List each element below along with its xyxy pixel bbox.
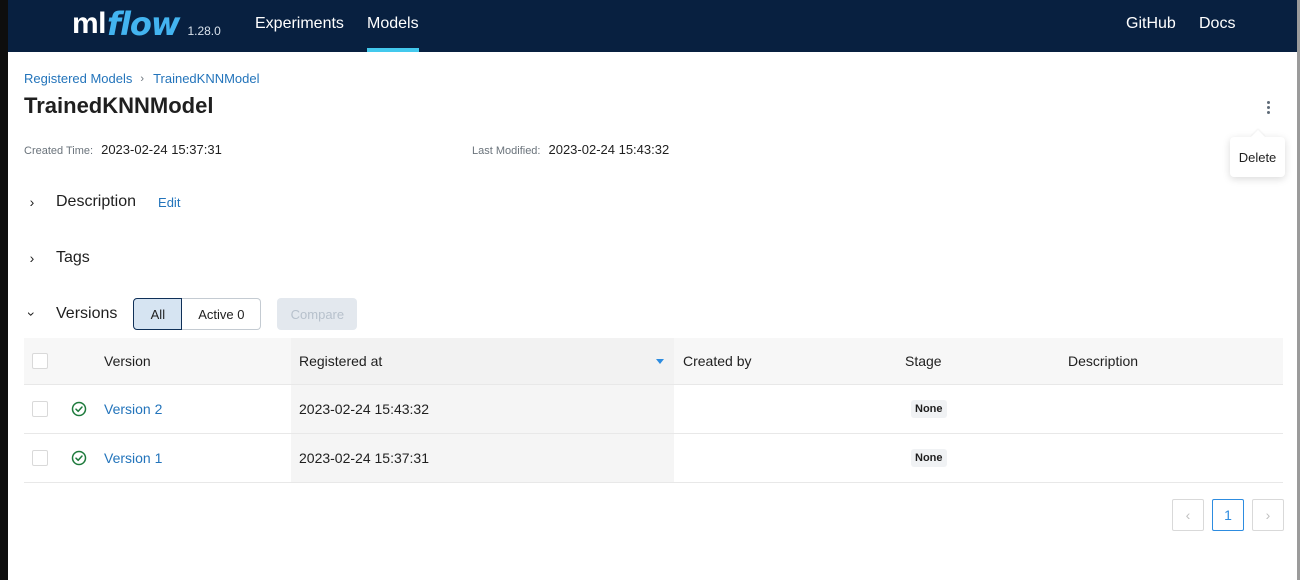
logo-flow-text: flow	[107, 5, 180, 43]
versions-title: Versions	[56, 305, 118, 322]
next-page-button[interactable]: ›	[1252, 499, 1284, 531]
tags-title: Tags	[56, 249, 90, 266]
kebab-dot	[1266, 105, 1270, 109]
created-time-value: 2023-02-24 15:37:31	[101, 142, 222, 157]
description-cell	[1059, 434, 1283, 482]
nav-github-link[interactable]: GitHub	[1126, 0, 1176, 52]
filter-all-button[interactable]: All	[133, 298, 183, 330]
prev-page-button[interactable]: ‹	[1172, 499, 1204, 531]
column-header-description[interactable]: Description	[1059, 338, 1283, 384]
tags-section-header[interactable]: › Tags	[24, 249, 90, 267]
version-cell: Version 1	[104, 434, 291, 482]
versions-section-header: › Versions All Active 0 Compare	[24, 298, 358, 330]
mlflow-logo[interactable]: ml flow 1.28.0	[72, 2, 221, 42]
page-1-button[interactable]: 1	[1212, 499, 1244, 531]
table-row: Version 2 2023-02-24 15:43:32 None	[24, 385, 1283, 434]
row-checkbox[interactable]	[32, 401, 48, 417]
check-circle-icon	[71, 450, 87, 466]
table-header-row: Version Registered at Created by Stage D…	[24, 338, 1283, 385]
nav-experiments[interactable]: Experiments	[255, 0, 344, 52]
version-link[interactable]: Version 1	[104, 450, 162, 466]
breadcrumb: Registered Models › TrainedKNNModel	[24, 71, 260, 86]
column-header-stage[interactable]: Stage	[896, 338, 1059, 384]
nav-models[interactable]: Models	[367, 0, 419, 52]
chevron-right-icon[interactable]: ›	[24, 194, 40, 210]
created-time: Created Time: 2023-02-24 15:37:31	[24, 142, 222, 157]
versions-table: Version Registered at Created by Stage D…	[24, 338, 1283, 483]
column-header-created-by[interactable]: Created by	[674, 338, 896, 384]
column-header-registered-at-label: Registered at	[299, 353, 383, 369]
overflow-menu-popover: Delete	[1230, 137, 1285, 177]
row-checkbox[interactable]	[32, 450, 48, 466]
stage-badge: None	[911, 400, 947, 418]
row-status-cell	[70, 385, 104, 433]
pagination: ‹ 1 ›	[1172, 499, 1284, 531]
description-title: Description	[56, 193, 137, 210]
stage-cell: None	[896, 385, 1059, 433]
column-header-version[interactable]: Version	[104, 338, 291, 384]
created-by-cell	[674, 385, 896, 433]
row-status-cell	[70, 434, 104, 482]
last-modified-label: Last Modified:	[472, 145, 541, 157]
header-checkbox-cell	[24, 338, 70, 384]
stage-badge: None	[911, 449, 947, 467]
edit-description-link[interactable]: Edit	[158, 195, 180, 210]
row-checkbox-cell	[24, 385, 70, 433]
registered-at-cell: 2023-02-24 15:37:31	[291, 434, 674, 482]
version-link[interactable]: Version 2	[104, 401, 162, 417]
version-cell: Version 2	[104, 385, 291, 433]
nav-models-label: Models	[367, 15, 419, 32]
stage-cell: None	[896, 434, 1059, 482]
created-time-label: Created Time:	[24, 145, 94, 157]
created-by-cell	[674, 434, 896, 482]
description-section-header[interactable]: › Description Edit	[24, 193, 181, 211]
check-circle-icon	[71, 401, 87, 417]
column-header-registered-at[interactable]: Registered at	[291, 338, 674, 384]
select-all-checkbox[interactable]	[32, 353, 48, 369]
delete-menu-item[interactable]: Delete	[1239, 150, 1277, 165]
chevron-down-icon[interactable]: ›	[24, 306, 40, 322]
breadcrumb-separator-icon: ›	[140, 72, 145, 85]
app-version: 1.28.0	[187, 24, 221, 38]
sort-descending-icon[interactable]	[656, 359, 664, 364]
last-modified-value: 2023-02-24 15:43:32	[548, 142, 670, 157]
last-modified: Last Modified: 2023-02-24 15:43:32	[472, 142, 669, 157]
row-checkbox-cell	[24, 434, 70, 482]
table-row: Version 1 2023-02-24 15:37:31 None	[24, 434, 1283, 483]
chevron-right-icon[interactable]: ›	[24, 250, 40, 266]
active-tab-indicator	[367, 48, 419, 52]
breadcrumb-current-model[interactable]: TrainedKNNModel	[153, 71, 259, 86]
logo-ml-text: ml	[72, 7, 107, 40]
mlflow-app: ml flow 1.28.0 Experiments Models GitHub…	[8, 0, 1297, 580]
kebab-dot	[1266, 110, 1270, 114]
breadcrumb-registered-models[interactable]: Registered Models	[24, 71, 132, 86]
compare-button[interactable]: Compare	[277, 298, 358, 330]
registered-at-cell: 2023-02-24 15:43:32	[291, 385, 674, 433]
top-nav-bar: ml flow 1.28.0 Experiments Models GitHub…	[8, 0, 1297, 52]
version-filter-toggle: All Active 0	[133, 298, 262, 330]
header-icon-cell	[70, 338, 104, 384]
page-title: TrainedKNNModel	[24, 93, 214, 118]
description-cell	[1059, 385, 1283, 433]
kebab-menu-icon[interactable]	[1258, 97, 1278, 117]
nav-docs-link[interactable]: Docs	[1199, 0, 1235, 52]
window-left-edge	[0, 0, 8, 580]
kebab-dot	[1266, 100, 1270, 104]
filter-active-button[interactable]: Active 0	[182, 298, 262, 330]
